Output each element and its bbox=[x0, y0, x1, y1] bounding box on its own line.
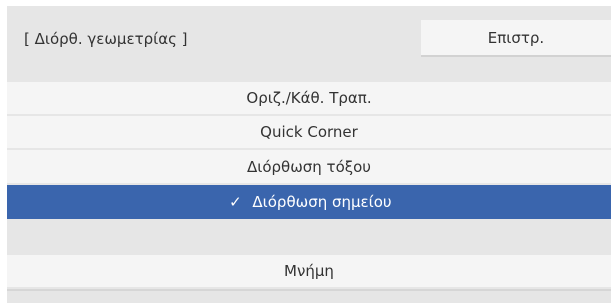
menu-title: [ Διόρθ. γεωμετρίας ] bbox=[24, 30, 188, 48]
menu-spacer bbox=[7, 221, 611, 253]
menu-item-label: Μνήμη bbox=[284, 262, 334, 280]
menu-item-label: Quick Corner bbox=[260, 123, 358, 141]
menu-item-label: Διόρθωση τόξου bbox=[247, 157, 371, 176]
menu-header: [ Διόρθ. γεωμετρίας ] Επιστρ. bbox=[7, 6, 611, 80]
menu-item-curved-surface-correction[interactable]: Διόρθωση τόξου bbox=[7, 150, 611, 183]
back-button[interactable]: Επιστρ. bbox=[421, 20, 611, 57]
menu-item-quick-corner[interactable]: Quick Corner bbox=[7, 116, 611, 148]
bottom-divider bbox=[7, 289, 611, 291]
menu-item-h-v-keystone[interactable]: Οριζ./Κάθ. Τραπ. bbox=[7, 82, 611, 114]
menu-item-label: Διόρθωση σημείου bbox=[252, 193, 392, 211]
menu-item-label: Οριζ./Κάθ. Τραπ. bbox=[246, 89, 372, 107]
menu-item-memory[interactable]: Μνήμη bbox=[7, 255, 611, 287]
menu-item-point-correction[interactable]: ✓ Διόρθωση σημείου bbox=[7, 185, 611, 219]
geometry-correction-menu: [ Διόρθ. γεωμετρίας ] Επιστρ. Οριζ./Κάθ.… bbox=[7, 6, 611, 303]
checkmark-icon: ✓ bbox=[229, 193, 242, 211]
